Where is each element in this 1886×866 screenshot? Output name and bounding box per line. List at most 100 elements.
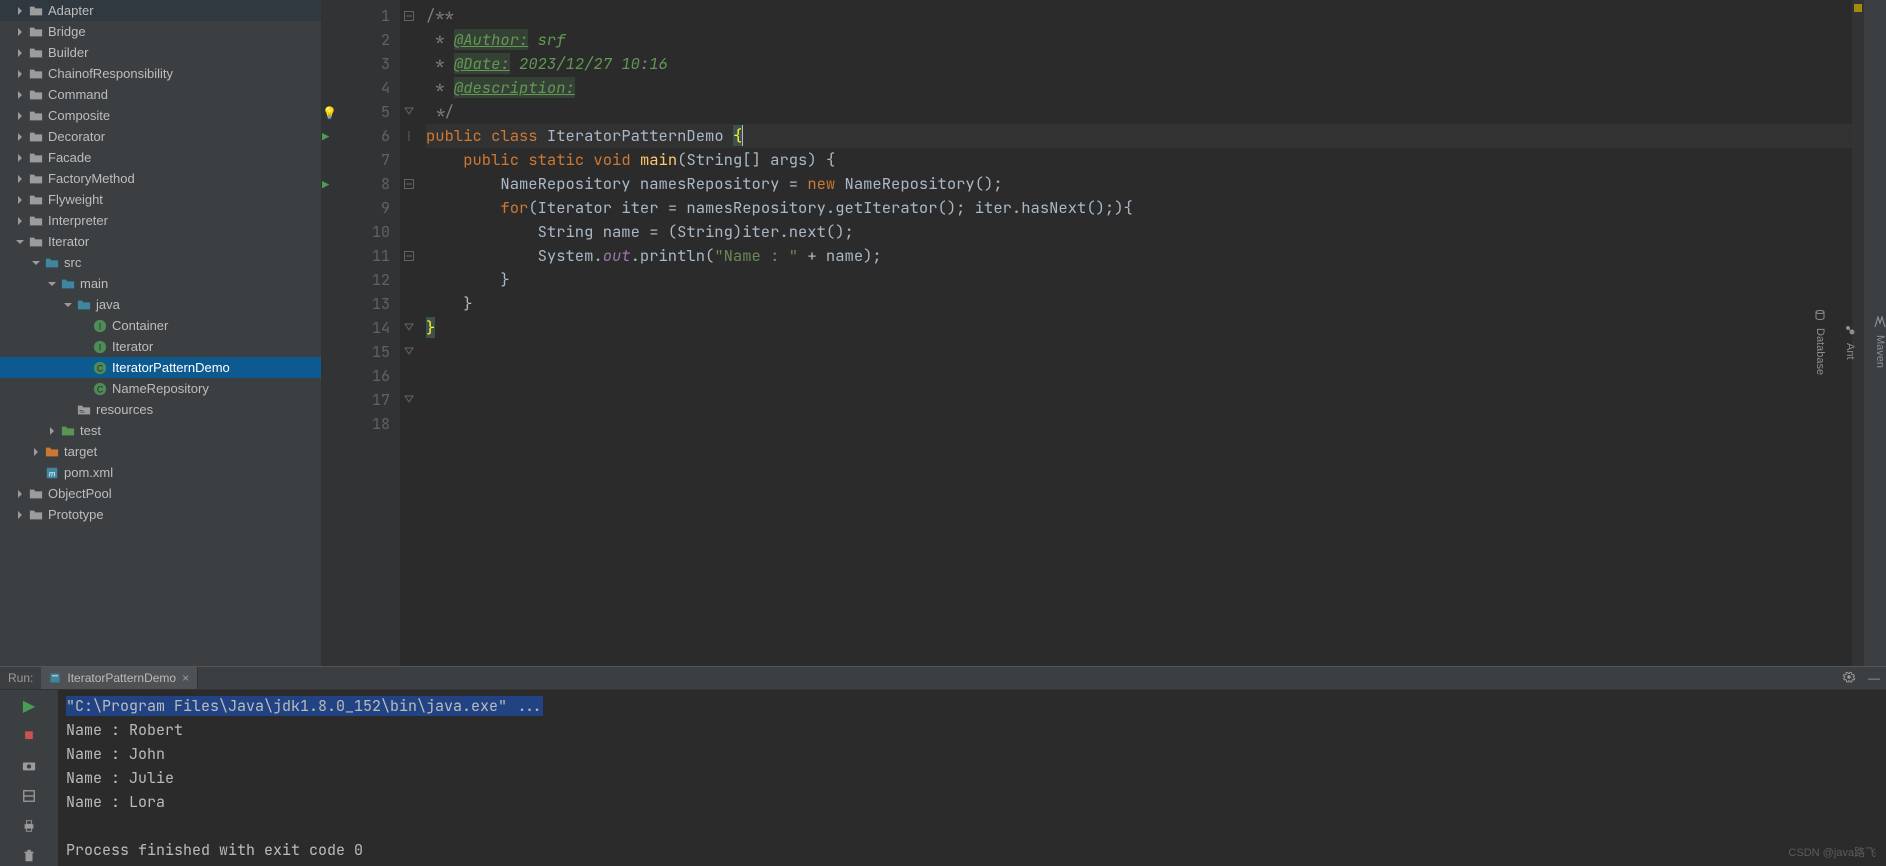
gear-icon[interactable] [1836,670,1862,687]
expand-arrow-icon[interactable] [14,26,26,38]
folder-icon [28,45,44,61]
right-tool-strip[interactable]: MavenAntDatabase [1864,0,1886,666]
tree-item-iteratorpatterndemo[interactable]: CIteratorPatternDemo [0,357,321,378]
expand-arrow-icon[interactable] [14,110,26,122]
tree-item-label: Adapter [48,3,321,18]
expand-arrow-icon[interactable] [14,68,26,80]
tree-item-test[interactable]: test [0,420,321,441]
trash-button[interactable] [19,846,39,866]
expand-arrow-icon[interactable] [14,236,26,248]
tree-item-container[interactable]: IContainer [0,315,321,336]
fold-open-icon[interactable] [404,11,414,21]
tree-item-objectpool[interactable]: ObjectPool [0,483,321,504]
tree-item-prototype[interactable]: Prototype [0,504,321,525]
tool-database[interactable]: Database [1814,309,1826,375]
expand-arrow-icon[interactable] [14,215,26,227]
tree-item-resources[interactable]: resources [0,399,321,420]
application-icon [49,672,61,684]
folder-icon [28,87,44,103]
tree-item-iterator[interactable]: Iterator [0,231,321,252]
fold-close-icon[interactable] [404,323,414,333]
tree-item-builder[interactable]: Builder [0,42,321,63]
tree-item-main[interactable]: main [0,273,321,294]
print-button[interactable] [19,816,39,836]
tree-item-label: target [64,444,321,459]
gutter-line-numbers: 123456789101112131415161718 [344,0,400,666]
tree-item-pom-xml[interactable]: mpom.xml [0,462,321,483]
tree-item-factorymethod[interactable]: FactoryMethod [0,168,321,189]
target-icon [44,444,60,460]
gutter-icons[interactable]: 💡 ▶ ▶ [322,0,344,666]
tree-item-namerepository[interactable]: CNameRepository [0,378,321,399]
tree-item-facade[interactable]: Facade [0,147,321,168]
expand-arrow-icon[interactable] [30,446,42,458]
expand-arrow-icon[interactable] [14,47,26,59]
expand-arrow-icon[interactable] [62,299,74,311]
fold-close-icon[interactable] [404,395,414,405]
run-output[interactable]: "C:\Program Files\Java\jdk1.8.0_152\bin\… [58,690,1886,866]
expand-arrow-icon[interactable] [14,173,26,185]
code-area[interactable]: /** * @Author: srf * @Date: 2023/12/27 1… [418,0,1852,666]
folder-icon [28,213,44,229]
tree-item-bridge[interactable]: Bridge [0,21,321,42]
folder-icon [28,66,44,82]
expand-arrow-icon[interactable] [14,509,26,521]
expand-arrow-icon[interactable] [14,5,26,17]
watermark: CSDN @java路飞 [1788,844,1876,860]
tree-item-flyweight[interactable]: Flyweight [0,189,321,210]
tree-item-command[interactable]: Command [0,84,321,105]
folder-icon [28,486,44,502]
tree-item-composite[interactable]: Composite [0,105,321,126]
folder-icon [28,234,44,250]
expand-arrow-icon[interactable] [14,194,26,206]
tree-item-label: FactoryMethod [48,171,321,186]
run-tab[interactable]: IteratorPatternDemo × [41,667,198,689]
rerun-button[interactable]: ▶ [19,696,39,716]
tree-item-iterator[interactable]: IIterator [0,336,321,357]
tree-item-target[interactable]: target [0,441,321,462]
tree-item-java[interactable]: java [0,294,321,315]
run-gutter-icon[interactable]: ▶ [322,177,329,193]
fold-column[interactable] [400,0,418,666]
tree-item-decorator[interactable]: Decorator [0,126,321,147]
fold-open-icon[interactable] [404,251,414,261]
tree-item-interpreter[interactable]: Interpreter [0,210,321,231]
fold-open-icon[interactable] [404,179,414,189]
tree-item-label: Prototype [48,507,321,522]
expand-arrow-icon[interactable] [14,131,26,143]
tree-item-adapter[interactable]: Adapter [0,0,321,21]
tree-item-label: ObjectPool [48,486,321,501]
layout-button[interactable] [19,786,39,806]
folder-icon [28,108,44,124]
tree-item-label: Command [48,87,321,102]
folder-icon [28,507,44,523]
expand-arrow-icon[interactable] [30,257,42,269]
tree-item-label: Iterator [112,339,321,354]
tool-ant[interactable]: Ant [1844,324,1856,360]
run-label: Run: [0,671,41,685]
tool-maven[interactable]: Maven [1874,316,1886,368]
svg-text:I: I [99,321,101,331]
tree-item-label: Composite [48,108,321,123]
expand-arrow-icon[interactable] [14,488,26,500]
warning-marker[interactable] [1854,4,1862,12]
project-tree[interactable]: Adapter BridgeBuilderChainofResponsibilit… [0,0,322,666]
tree-item-chainofresponsibility[interactable]: ChainofResponsibility [0,63,321,84]
tree-item-label: java [96,297,321,312]
camera-button[interactable] [19,756,39,776]
expand-arrow-icon[interactable] [14,152,26,164]
tree-item-src[interactable]: src [0,252,321,273]
class-icon: C [92,381,108,397]
bulb-icon[interactable]: 💡 [322,105,337,121]
expand-arrow-icon[interactable] [46,278,58,290]
minimize-icon[interactable]: — [1862,671,1886,685]
close-icon[interactable]: × [182,671,189,685]
tree-item-label: Decorator [48,129,321,144]
run-gutter-icon[interactable]: ▶ [322,129,329,145]
expand-arrow-icon[interactable] [46,425,58,437]
fold-close-icon[interactable] [404,347,414,357]
fold-close-icon[interactable] [404,107,414,117]
ant-icon [1844,324,1856,339]
stop-button[interactable]: ■ [19,726,39,746]
expand-arrow-icon[interactable] [14,89,26,101]
